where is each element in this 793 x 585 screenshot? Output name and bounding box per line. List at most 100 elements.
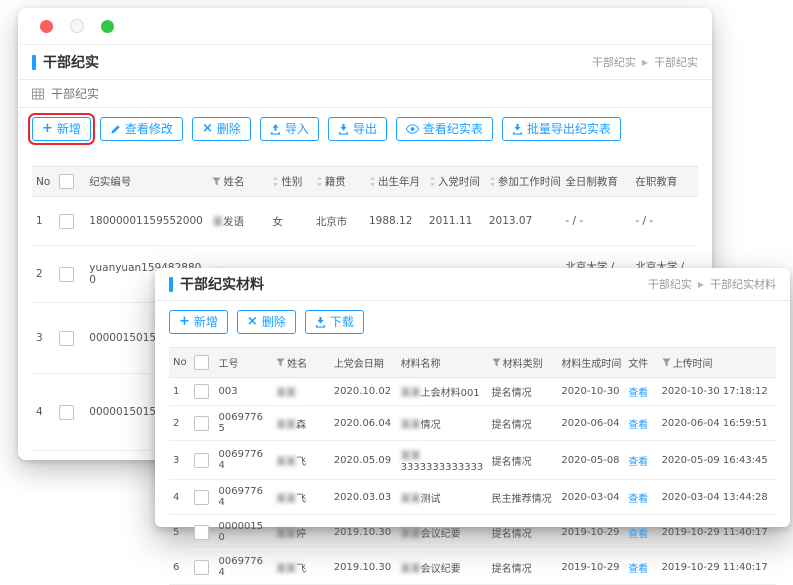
import-button[interactable]: 导入 [260,117,319,141]
redacted-text: 某某 [276,529,296,540]
row-checkbox[interactable] [59,331,74,346]
column-header-no: No [169,348,190,378]
cell-file: 查看 [624,515,657,550]
cell-meeting_date: 2020.10.02 [330,378,397,406]
cell-text: 森 [296,420,306,431]
cell-text: 1 [36,215,43,227]
cell-name: 某某飞 [272,441,330,480]
view-file-link[interactable]: 查看 [628,457,648,468]
cell-text: 003 [219,386,238,397]
cell-text: 2020.03.03 [334,492,391,503]
breadcrumb-separator-icon: ▶ [642,58,648,67]
cell-text: 提名情况 [492,564,532,575]
cell-text: 1988.12 [369,215,412,227]
column-header-name[interactable]: 姓名 [208,167,268,197]
cell-text: 2011.11 [429,215,472,227]
row-checkbox[interactable] [194,560,209,575]
filter-icon [212,177,221,186]
column-header-emp_id: 工号 [215,348,273,378]
column-header-edu_full: 全日制教育 [561,167,631,197]
import-icon [270,124,281,135]
cell-file: 查看 [624,406,657,441]
column-label: 材料生成时间 [561,359,621,370]
cell-upload_time: 2020-10-30 17:18:12 [658,378,776,406]
row-checkbox[interactable] [194,525,209,540]
cell-text: 2020-06-04 [561,418,619,429]
export-icon [338,124,349,135]
cell-text: 00697764 [219,486,264,508]
cell-check [190,441,214,480]
cell-upload_time: 2020-03-04 13:44:28 [658,480,776,515]
breadcrumb-item[interactable]: 干部纪实 [592,54,636,70]
batch-export-button[interactable]: 批量导出纪实表 [502,117,621,141]
column-header-party[interactable]: 入党时间 [425,167,485,197]
view-file-link[interactable]: 查看 [628,388,648,399]
cell-category: 提名情况 [488,441,558,480]
minimize-window-dot[interactable] [70,19,84,33]
delete-button[interactable]: ×删除 [237,310,296,334]
column-header-work[interactable]: 参加工作时间 [485,167,562,197]
table-row: 500000150某某婷2019.10.30某某会议纪要提名情况2019-10-… [169,515,776,550]
row-checkbox[interactable] [194,416,209,431]
cell-no: 3 [32,303,55,374]
cell-check [55,303,85,374]
cell-no: 4 [169,480,190,515]
row-checkbox[interactable] [194,384,209,399]
row-checkbox[interactable] [59,405,74,420]
view-file-link[interactable]: 查看 [628,420,648,431]
column-header-birth[interactable]: 出生年月 [365,167,425,197]
row-checkbox[interactable] [59,214,74,229]
plus-icon: + [179,317,190,327]
export-button[interactable]: 导出 [328,117,387,141]
column-label: 上传时间 [673,359,713,370]
cell-gen_time: 2020-03-04 [557,480,624,515]
cell-no: 1 [169,378,190,406]
title-accent-bar [169,277,173,292]
cell-text: 情况 [421,420,441,431]
cell-text: 00697765 [219,412,264,434]
redacted-text: 某 [212,216,223,228]
column-header-upload_time[interactable]: 上传时间 [658,348,776,378]
redacted-text: 某某 [276,457,296,468]
materials-toolbar: +新增 ×删除下载 [155,301,790,343]
view-file-link[interactable]: 查看 [628,529,648,540]
cell-emp_id: 00000150 [215,515,273,550]
column-header-gender[interactable]: 性别 [268,167,311,197]
row-checkbox[interactable] [194,453,209,468]
cell-meeting_date: 2019.10.30 [330,550,397,585]
add-button[interactable]: +新增 [32,117,91,141]
materials-table: No工号姓名上党会日期材料名称材料类别材料生成时间文件上传时间1003某某202… [155,347,790,585]
cell-text: - / - [565,215,583,227]
view-file-link[interactable]: 查看 [628,494,648,505]
row-checkbox[interactable] [194,490,209,505]
select-all-checkbox[interactable] [59,174,74,189]
row-checkbox[interactable] [59,267,74,282]
view-record-table-button[interactable]: 查看纪实表 [396,117,493,141]
column-header-name[interactable]: 姓名 [272,348,330,378]
cell-no: 3 [169,441,190,480]
breadcrumb-item[interactable]: 干部纪实 [648,276,692,292]
column-header-native[interactable]: 籍贯 [312,167,365,197]
cell-file: 查看 [624,378,657,406]
delete-button[interactable]: ×删除 [192,117,251,141]
sort-icon [369,176,376,187]
cell-id: 18000001159552000 [85,197,208,246]
cell-check [190,406,214,441]
cell-check [190,515,214,550]
cell-text: 6 [173,562,179,573]
cell-file: 查看 [624,480,657,515]
view-edit-button[interactable]: 查看修改 [100,117,183,141]
column-header-category[interactable]: 材料类别 [488,348,558,378]
view-file-link[interactable]: 查看 [628,564,648,575]
cell-category: 提名情况 [488,550,558,585]
filter-icon [492,358,501,367]
select-all-checkbox[interactable] [194,355,209,370]
cell-category: 民主推荐情况 [488,480,558,515]
cell-native: 北京市 [312,197,365,246]
download-button[interactable]: 下载 [305,310,364,334]
button-label: 导入 [285,123,309,135]
maximize-window-dot[interactable] [101,20,114,33]
close-window-dot[interactable] [40,20,53,33]
cell-meeting_date: 2020.06.04 [330,406,397,441]
add-button[interactable]: +新增 [169,310,228,334]
